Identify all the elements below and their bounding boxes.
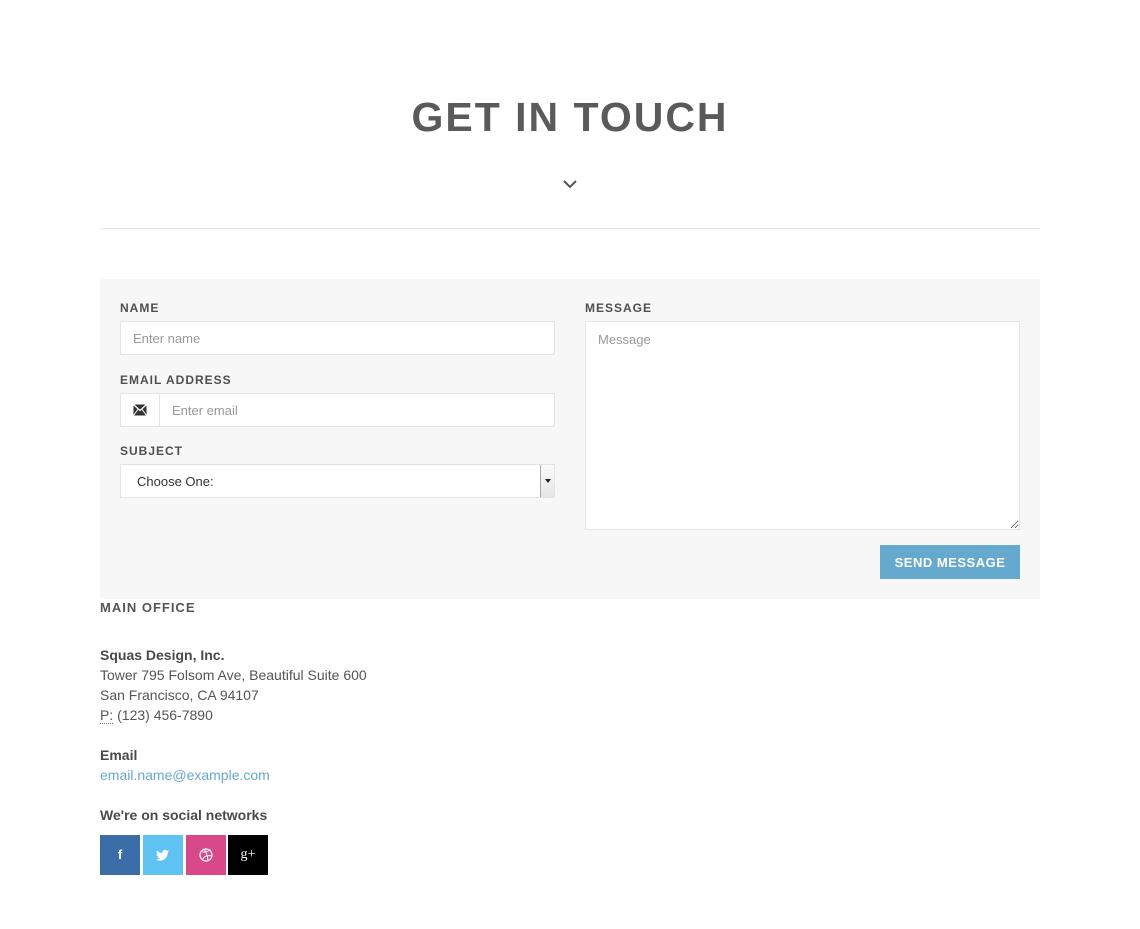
address-line-2: San Francisco, CA 94107 [100, 687, 259, 703]
divider [100, 228, 1040, 229]
contact-form: NAME EMAIL ADDRESS SUBJECT Choose One: M… [100, 279, 1040, 599]
email-link[interactable]: email.name@example.com [100, 767, 270, 783]
facebook-link[interactable]: f [100, 835, 140, 875]
phone-label: P: [100, 707, 114, 724]
google-plus-link[interactable]: g+ [228, 835, 268, 875]
phone-number: (123) 456-7890 [117, 707, 213, 723]
social-heading-block: We're on social networks [100, 805, 267, 825]
envelope-icon [121, 394, 160, 426]
email-input[interactable] [160, 394, 554, 426]
main-office-heading: MAIN OFFICE [100, 600, 196, 615]
address-line-1: Tower 795 Folsom Ave, Beautiful Suite 60… [100, 667, 367, 683]
subject-label: SUBJECT [120, 444, 184, 458]
message-textarea[interactable] [585, 321, 1020, 530]
dribbble-link[interactable] [186, 835, 226, 875]
twitter-icon [155, 849, 169, 861]
office-address: Squas Design, Inc. Tower 795 Folsom Ave,… [100, 645, 367, 725]
phone-line: P: (123) 456-7890 [100, 705, 367, 725]
twitter-link[interactable] [143, 835, 183, 875]
email-block: Email email.name@example.com [100, 745, 270, 785]
send-message-button[interactable]: SEND MESSAGE [880, 545, 1020, 579]
chevron-down-icon[interactable] [540, 465, 554, 497]
facebook-icon: f [117, 847, 123, 862]
email-field [120, 393, 555, 427]
social-heading: We're on social networks [100, 807, 268, 823]
message-label: MESSAGE [585, 301, 653, 315]
company-name: Squas Design, Inc. [100, 647, 225, 663]
email-heading: Email [100, 747, 138, 763]
name-label: NAME [120, 301, 160, 315]
page-title: GET IN TOUCH [411, 94, 729, 140]
google-plus-icon: g+ [240, 847, 256, 862]
chevron-down-icon [563, 180, 577, 189]
subject-select[interactable]: Choose One: [120, 464, 555, 498]
dribbble-icon [199, 848, 213, 862]
subject-select-value: Choose One: [137, 474, 214, 489]
name-input[interactable] [120, 321, 555, 355]
email-label: EMAIL ADDRESS [120, 373, 232, 387]
